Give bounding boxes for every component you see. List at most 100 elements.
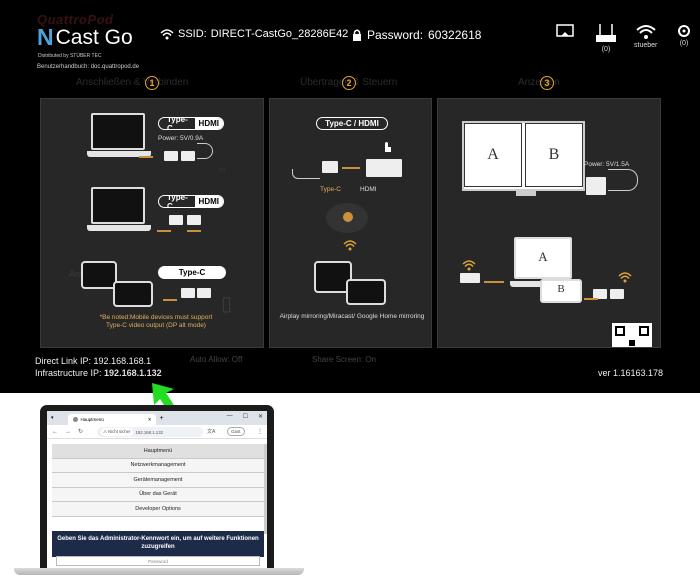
- scrollbar[interactable]: [264, 444, 267, 534]
- wifi-signal-right-icon: [618, 272, 632, 283]
- ghost-device: ▭: [219, 166, 226, 173]
- share-screen-status: Share Screen: On: [312, 355, 377, 364]
- router-count: (0): [601, 46, 611, 53]
- hand-touch-icon: [385, 142, 391, 152]
- cast-status: [556, 24, 574, 40]
- display-panel: A B Power: 5V/1.5A A B: [437, 98, 661, 348]
- close-window-icon[interactable]: ✕: [258, 413, 263, 420]
- forward-icon[interactable]: →: [65, 429, 71, 435]
- phone-illustration-1: [81, 261, 117, 289]
- lock-icon: [353, 29, 361, 41]
- ssid-info: SSID: DIRECT-CastGo_28286E42: [160, 28, 348, 40]
- laptop-base: [14, 568, 304, 575]
- wifi-icon: [636, 25, 656, 39]
- menu-item-hauptmenu[interactable]: Hauptmenü: [52, 444, 264, 459]
- brand-mark: N: [37, 24, 54, 50]
- pill1-typec: Type-C: [167, 117, 188, 130]
- tablet-illustration-b: B: [540, 279, 582, 303]
- password-label: Password:: [367, 28, 424, 42]
- router-icon: [596, 24, 616, 42]
- tv-illustration: A B: [462, 121, 585, 191]
- phone-illustration: [346, 279, 386, 305]
- globe-icon: [72, 417, 78, 422]
- hdmi-label: HDMI: [360, 186, 377, 193]
- main-menu: Hauptmenü Netzwerkmanagement Gerätemanag…: [52, 444, 264, 517]
- maximize-icon[interactable]: ☐: [243, 413, 248, 420]
- tab-list-icon[interactable]: ▾: [51, 415, 54, 421]
- wifi-signal-icon: [343, 240, 357, 251]
- reload-icon[interactable]: ↻: [78, 428, 83, 435]
- split-a: A: [464, 123, 522, 187]
- direct-link-label: Direct Link IP:: [35, 356, 92, 366]
- settings-status: (0): [677, 24, 691, 47]
- wifi-small-icon: [160, 29, 174, 40]
- menu-item-geraete[interactable]: Gerätemanagement: [52, 473, 264, 488]
- url-text: 192.168.1.132: [135, 429, 163, 435]
- new-tab-icon[interactable]: +: [160, 415, 164, 422]
- pill1-hdmi: HDMI: [194, 118, 223, 129]
- laptop-illustration-2: [87, 187, 151, 231]
- back-icon[interactable]: ←: [52, 429, 58, 435]
- cast-icon: [556, 24, 574, 37]
- brand-name: Cast Go: [55, 25, 133, 49]
- password-info: Password: 60322618: [352, 28, 481, 42]
- ssid-label: SSID:: [178, 28, 207, 40]
- settings-count: (0): [679, 40, 689, 47]
- wifi-network-name: stueber: [634, 42, 658, 49]
- transfer-panel: Type-C / HDMI Type-C HDMI Airplay mirror…: [269, 98, 432, 348]
- step-1-header: Anschließen & Verbinden: [76, 77, 188, 88]
- tab-title: Hauptmenü: [80, 417, 104, 422]
- phone-illustration-2: [113, 281, 153, 307]
- tab-close-icon[interactable]: ✕: [148, 417, 152, 423]
- wifi-signal-left-icon: [462, 260, 476, 271]
- profile-label: Gast: [231, 429, 241, 434]
- laptop-frame: ▾ Hauptmenü ✕ + — ☐ ✕ ← → ↻ ⚠ Nicht sich…: [40, 405, 274, 570]
- mirroring-caption: Airplay mirroring/Miracast/ Google Home …: [279, 313, 425, 320]
- minimize-icon[interactable]: —: [227, 413, 233, 420]
- typec-hdmi-pill-1: Type-C HDMI: [158, 117, 224, 130]
- menu-item-developer[interactable]: Developer Options: [52, 502, 264, 517]
- admin-message: Geben Sie das Administrator-Kennwort ein…: [52, 531, 264, 557]
- ssid-value: DIRECT-CastGo_28286E42: [210, 28, 349, 40]
- connect-panel: Type-CHDMI Power: 5V/0.9A ▭ Type-CHDMI A…: [40, 98, 264, 348]
- menu-item-ueber[interactable]: Über das Gerät: [52, 487, 264, 502]
- translate-icon[interactable]: 文A: [207, 428, 215, 435]
- password-field[interactable]: Password: [56, 556, 260, 566]
- step-3-number: 3: [540, 76, 554, 90]
- laptop-illustration-1: [87, 113, 151, 157]
- typec-hdmi-pill-2: Type-C HDMI: [158, 195, 224, 208]
- direct-link-value: 192.168.168.1: [93, 356, 152, 366]
- profile-button[interactable]: Gast: [227, 427, 245, 436]
- address-bar: ← → ↻ ⚠ Nicht sicher 192.168.1.132 文A Ga…: [47, 425, 267, 439]
- typec-label: Type-C: [320, 186, 341, 193]
- url-input[interactable]: ⚠ Nicht sicher 192.168.1.132: [97, 427, 203, 437]
- direct-link-ip: Direct Link IP: 192.168.168.1: [35, 356, 151, 366]
- step-1-number: 1: [145, 76, 159, 90]
- security-label: Nicht sicher: [108, 429, 131, 434]
- pill2-typec: Type-C: [167, 195, 188, 208]
- pill2-hdmi: HDMI: [194, 196, 223, 207]
- tablet-b: B: [557, 283, 565, 295]
- step-2-number: 2: [342, 76, 356, 90]
- infra-label: Infrastructure IP:: [35, 368, 102, 378]
- ghost-phone: ▯: [221, 293, 233, 315]
- auto-allow-status: Auto Allow: Off: [190, 355, 243, 364]
- browser-window: ▾ Hauptmenü ✕ + — ☐ ✕ ← → ↻ ⚠ Nicht sich…: [47, 411, 267, 569]
- typec-hdmi-pill: Type-C / HDMI: [316, 117, 388, 130]
- tab-hauptmenu[interactable]: Hauptmenü ✕: [67, 414, 156, 425]
- settings-icon: [678, 25, 690, 37]
- more-menu-icon[interactable]: ⋮: [257, 428, 263, 435]
- router-status: (0): [595, 24, 617, 53]
- menu-item-netzwerk[interactable]: Netzwerkmanagement: [52, 458, 264, 473]
- split-b: B: [525, 123, 583, 187]
- tv-screen: QuattroPod N Cast Go Distributed by STÜB…: [0, 0, 700, 393]
- qr-code[interactable]: [612, 323, 652, 347]
- wifi-status: stueber: [634, 24, 657, 49]
- tab-bar: ▾ Hauptmenü ✕ + — ☐ ✕: [47, 411, 267, 425]
- laptop-a: A: [538, 249, 548, 264]
- version-text: ver 1.16163.178: [598, 368, 664, 378]
- typec-pill-3: Type-C: [158, 266, 226, 279]
- power-label-1: Power: 5V/0.9A: [158, 135, 204, 142]
- security-indicator[interactable]: ⚠ Nicht sicher: [101, 428, 133, 436]
- distributor-text: Distributed by STÜBER TEC: [38, 53, 102, 59]
